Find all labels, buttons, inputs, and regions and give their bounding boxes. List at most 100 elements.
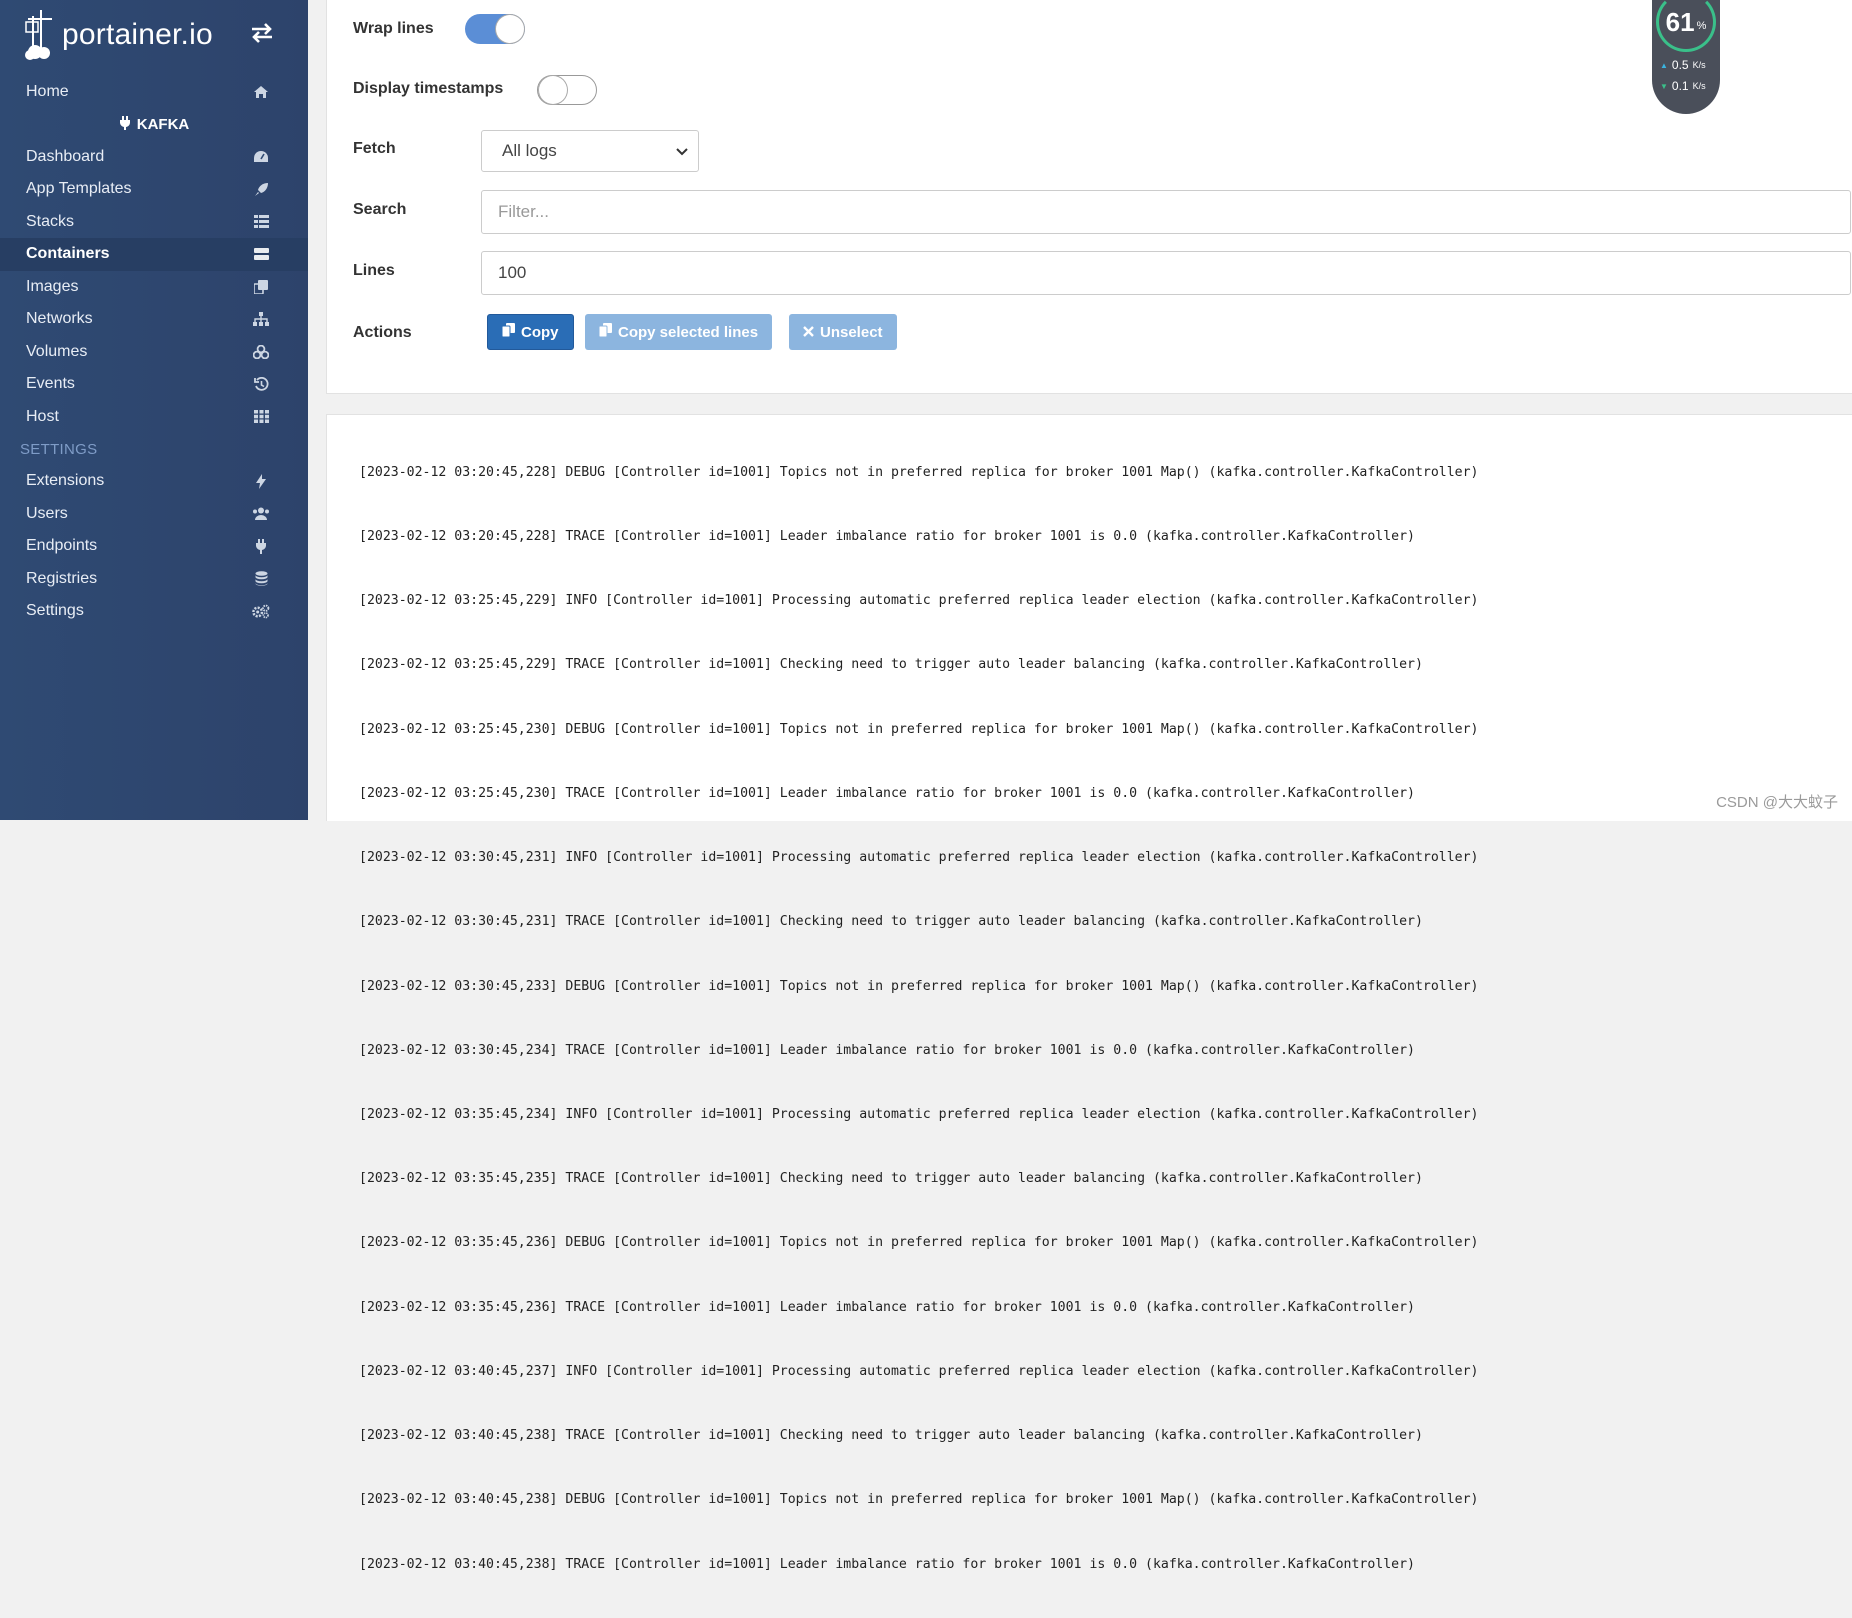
sidebar-item-endpoints[interactable]: Endpoints bbox=[0, 530, 308, 563]
sidebar-item-label: Home bbox=[26, 83, 69, 101]
log-line[interactable]: [2023-02-12 03:30:45,233] DEBUG [Control… bbox=[359, 976, 1478, 997]
copy-selected-lines-label: Copy selected lines bbox=[618, 323, 759, 341]
sidebar-nav: Home KAFKA Dashboard App Templates Stack… bbox=[0, 76, 308, 628]
search-input[interactable] bbox=[481, 190, 1851, 234]
cpu-percent-value: 61 bbox=[1665, 6, 1695, 37]
sidebar-item-label: Networks bbox=[26, 310, 93, 328]
wrap-lines-label: Wrap lines bbox=[353, 20, 434, 37]
sidebar-item-label: Host bbox=[26, 407, 59, 425]
log-line[interactable]: [2023-02-12 03:35:45,234] INFO [Controll… bbox=[359, 1104, 1478, 1125]
database-icon bbox=[252, 570, 270, 588]
sidebar-item-images[interactable]: Images bbox=[0, 271, 308, 304]
actions-label: Actions bbox=[353, 324, 412, 341]
plug-icon bbox=[252, 537, 270, 555]
upload-arrow-icon: ▲ bbox=[1660, 60, 1668, 70]
wrap-lines-toggle[interactable] bbox=[465, 14, 525, 44]
history-icon bbox=[252, 375, 270, 393]
log-line[interactable]: [2023-02-12 03:35:45,236] DEBUG [Control… bbox=[359, 1232, 1478, 1253]
log-line[interactable]: [2023-02-12 03:25:45,229] INFO [Controll… bbox=[359, 590, 1478, 611]
sidebar-item-label: Images bbox=[26, 277, 79, 295]
network-speed-widget[interactable]: 61% ▲ 0.5 K/s ▼ 0.1 K/s bbox=[1652, 0, 1720, 114]
sidebar-toggle-icon[interactable] bbox=[248, 22, 276, 44]
display-timestamps-label: Display timestamps bbox=[353, 80, 504, 97]
users-icon bbox=[252, 505, 270, 523]
log-line[interactable]: [2023-02-12 03:40:45,238] DEBUG [Control… bbox=[359, 1489, 1478, 1510]
sidebar-item-label: Extensions bbox=[26, 472, 105, 490]
lines-input[interactable] bbox=[481, 251, 1851, 295]
download-rate-value: 0.1 bbox=[1671, 79, 1689, 93]
log-line[interactable]: [2023-02-12 03:40:45,237] INFO [Controll… bbox=[359, 1361, 1478, 1382]
sidebar-item-label: Settings bbox=[26, 602, 84, 620]
sitemap-icon bbox=[252, 310, 270, 328]
log-line[interactable]: [2023-02-12 03:35:45,235] TRACE [Control… bbox=[359, 1168, 1478, 1189]
log-settings-panel: Wrap lines Display timestamps Fetch All … bbox=[326, 0, 1852, 394]
sidebar-item-stacks[interactable]: Stacks bbox=[0, 206, 308, 239]
copy-button-label: Copy bbox=[521, 323, 559, 341]
log-line[interactable]: [2023-02-12 03:30:45,231] TRACE [Control… bbox=[359, 911, 1478, 932]
sidebar-item-extensions[interactable]: Extensions bbox=[0, 465, 308, 498]
plug-icon bbox=[119, 115, 131, 134]
log-line[interactable]: [2023-02-12 03:25:45,230] DEBUG [Control… bbox=[359, 719, 1478, 740]
sidebar-item-label: Stacks bbox=[26, 212, 75, 230]
settings-section-label: SETTINGS bbox=[20, 440, 98, 458]
rate-unit: K/s bbox=[1692, 81, 1706, 91]
log-line[interactable]: [2023-02-12 03:20:45,228] DEBUG [Control… bbox=[359, 462, 1478, 483]
sidebar-item-label: Endpoints bbox=[26, 537, 98, 555]
sidebar-item-host[interactable]: Host bbox=[0, 401, 308, 434]
dashboard-icon bbox=[252, 148, 270, 166]
log-line[interactable]: [2023-02-12 03:30:45,234] TRACE [Control… bbox=[359, 1040, 1478, 1061]
clone-icon bbox=[252, 278, 270, 296]
sidebar-item-label: Events bbox=[26, 375, 75, 393]
portainer-logo[interactable]: portainer.io bbox=[24, 6, 213, 64]
environment-name: KAFKA bbox=[136, 116, 190, 133]
fetch-selected-value: All logs bbox=[502, 141, 557, 160]
sidebar-item-settings[interactable]: Settings bbox=[0, 595, 308, 628]
display-timestamps-toggle[interactable] bbox=[537, 75, 597, 105]
log-viewer[interactable]: [2023-02-12 03:20:45,228] DEBUG [Control… bbox=[326, 414, 1852, 1572]
download-rate: ▼ 0.1 K/s bbox=[1660, 79, 1706, 93]
sidebar-item-registries[interactable]: Registries bbox=[0, 563, 308, 596]
sidebar-item-home[interactable]: Home bbox=[0, 76, 308, 109]
download-arrow-icon: ▼ bbox=[1660, 81, 1668, 91]
home-icon bbox=[252, 83, 270, 101]
sidebar-item-users[interactable]: Users bbox=[0, 498, 308, 531]
sidebar-item-label: Volumes bbox=[26, 342, 88, 360]
sidebar-item-dashboard[interactable]: Dashboard bbox=[0, 141, 308, 174]
sidebar-item-events[interactable]: Events bbox=[0, 368, 308, 401]
sidebar-item-volumes[interactable]: Volumes bbox=[0, 336, 308, 369]
logo-text: portainer.io bbox=[62, 18, 213, 51]
environment-label: KAFKA bbox=[0, 109, 308, 141]
rate-unit: K/s bbox=[1692, 60, 1706, 70]
cpu-percent-unit: % bbox=[1696, 20, 1707, 32]
copy-selected-lines-button[interactable]: Copy selected lines bbox=[585, 314, 773, 350]
copy-icon bbox=[598, 323, 612, 341]
sidebar-item-app-templates[interactable]: App Templates bbox=[0, 173, 308, 206]
sidebar: portainer.io Home KAFKA Dashboard App Te… bbox=[0, 0, 308, 820]
sidebar-item-label: Dashboard bbox=[26, 147, 105, 165]
portainer-logo-icon bbox=[25, 10, 52, 60]
fetch-select[interactable]: All logs bbox=[481, 130, 699, 172]
upload-rate: ▲ 0.5 K/s bbox=[1660, 58, 1706, 72]
list-icon bbox=[252, 213, 270, 231]
log-line[interactable]: [2023-02-12 03:40:45,238] TRACE [Control… bbox=[359, 1425, 1478, 1446]
copy-button[interactable]: Copy bbox=[487, 314, 574, 350]
sidebar-item-networks[interactable]: Networks bbox=[0, 303, 308, 336]
log-line[interactable]: [2023-02-12 03:25:45,230] TRACE [Control… bbox=[359, 783, 1478, 804]
log-line[interactable]: [2023-02-12 03:40:45,238] TRACE [Control… bbox=[359, 1554, 1478, 1575]
log-line[interactable]: [2023-02-12 03:25:45,229] TRACE [Control… bbox=[359, 654, 1478, 675]
cubes-icon bbox=[252, 343, 270, 361]
watermark: CSDN @大大蚊子 bbox=[1716, 794, 1838, 811]
sidebar-item-label: App Templates bbox=[26, 180, 132, 198]
log-line[interactable]: [2023-02-12 03:30:45,231] INFO [Controll… bbox=[359, 847, 1478, 868]
log-line[interactable]: [2023-02-12 03:20:45,228] TRACE [Control… bbox=[359, 526, 1478, 547]
sidebar-item-label: Users bbox=[26, 504, 68, 522]
cpu-percent-gauge: 61% bbox=[1656, 0, 1716, 52]
close-icon bbox=[803, 324, 814, 341]
cogs-icon bbox=[252, 602, 270, 620]
unselect-button[interactable]: Unselect bbox=[789, 314, 897, 350]
sidebar-item-label: Containers bbox=[26, 245, 110, 263]
log-line[interactable]: [2023-02-12 03:35:45,236] TRACE [Control… bbox=[359, 1297, 1478, 1318]
bolt-icon bbox=[252, 472, 270, 490]
sidebar-item-containers[interactable]: Containers bbox=[0, 238, 308, 271]
server-icon bbox=[252, 245, 270, 263]
